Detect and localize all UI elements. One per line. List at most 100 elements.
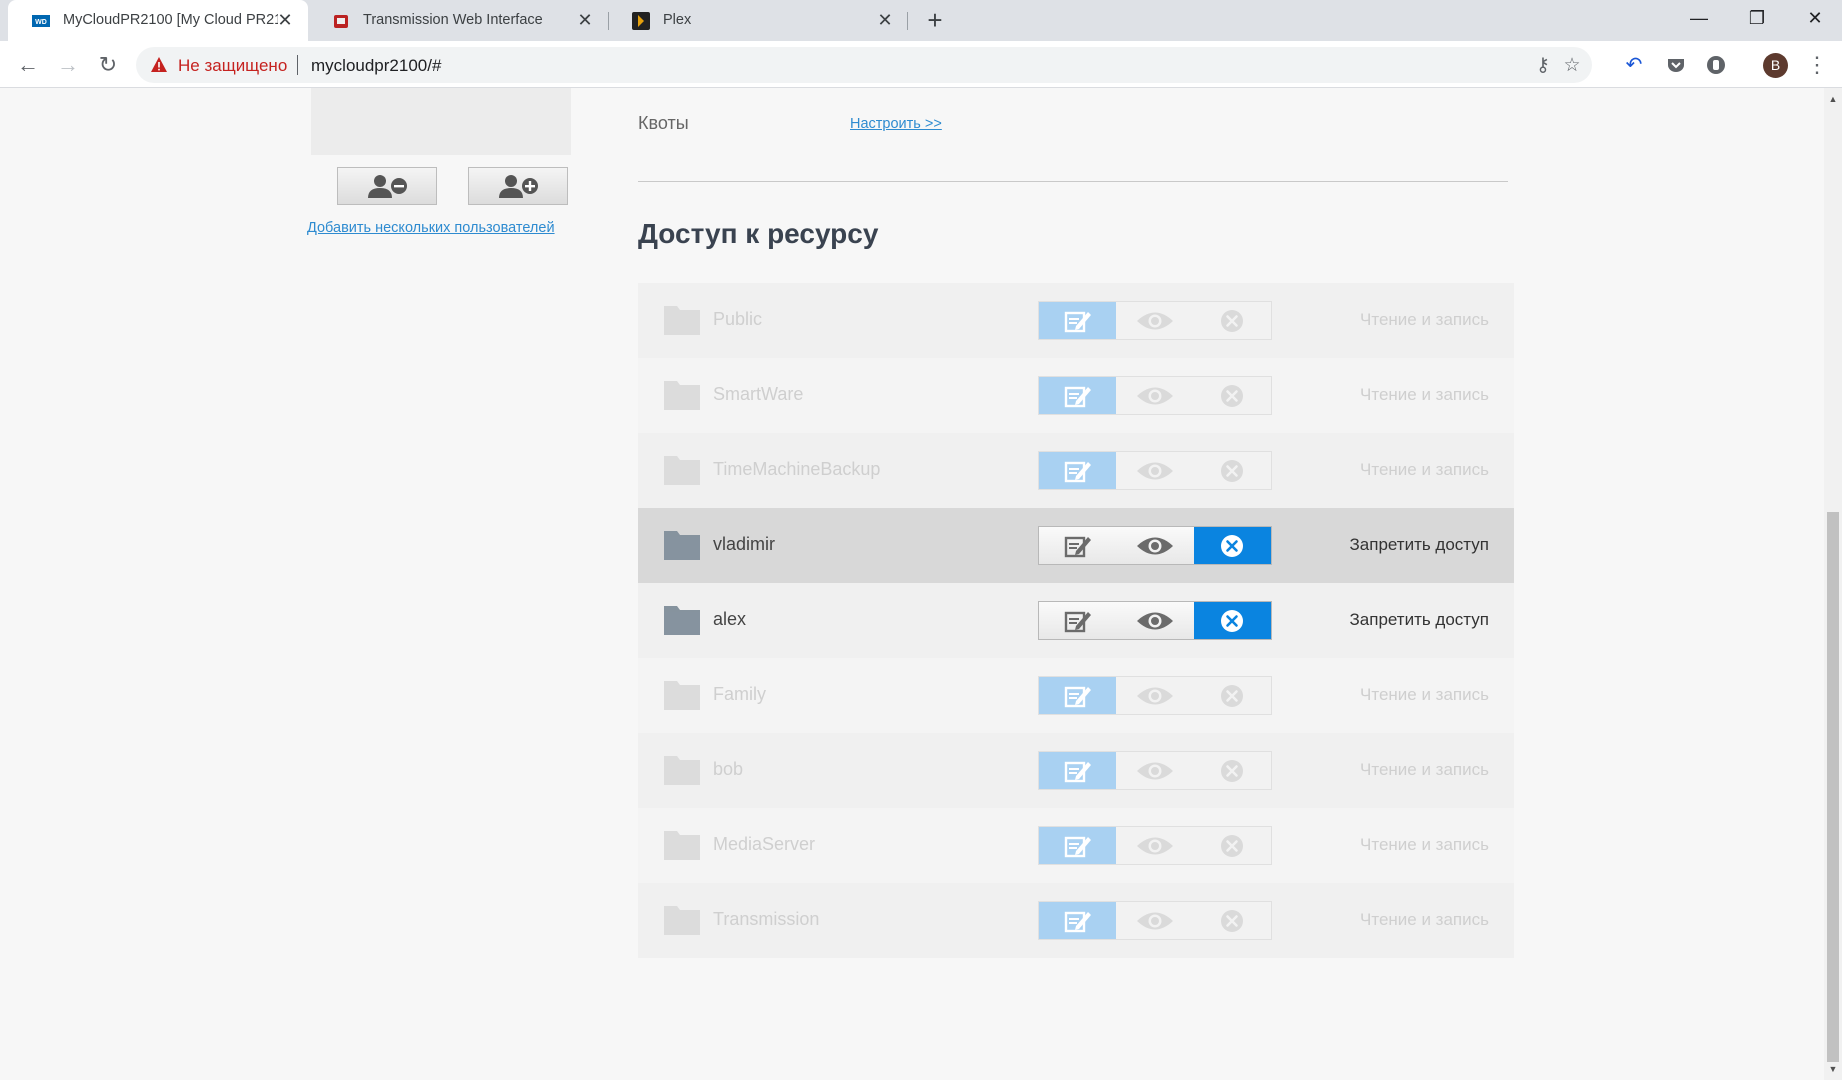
deny-access-button[interactable] <box>1193 602 1271 639</box>
pocket-icon[interactable] <box>1664 53 1688 77</box>
address-bar[interactable]: Не защищено mycloudpr2100/# ⚷ ☆ <box>136 47 1592 83</box>
read-write-button[interactable] <box>1039 902 1117 939</box>
eye-icon <box>1136 312 1173 329</box>
share-row[interactable]: MediaServer Чтение и запись <box>638 808 1514 883</box>
read-only-button[interactable] <box>1116 827 1193 864</box>
star-icon[interactable]: ☆ <box>1561 55 1583 77</box>
share-row[interactable]: alex Запретить доступ <box>638 583 1514 658</box>
deny-access-button[interactable] <box>1193 527 1271 564</box>
read-only-button[interactable] <box>1116 377 1193 414</box>
close-window-icon[interactable]: ✕ <box>1786 0 1842 36</box>
share-name: vladimir <box>713 534 776 554</box>
read-write-button[interactable] <box>1039 752 1117 789</box>
back-icon[interactable]: ← <box>12 49 44 81</box>
deny-x-icon <box>1221 384 1244 407</box>
svg-text:WD: WD <box>35 19 47 26</box>
read-only-button[interactable] <box>1116 602 1193 639</box>
add-user-button[interactable] <box>468 167 568 205</box>
read-write-button[interactable] <box>1039 452 1117 489</box>
tab-mycloud[interactable]: WD MyCloudPR2100 [My Cloud PR21 ✕ <box>8 0 308 41</box>
tab-transmission[interactable]: Transmission Web Interface ✕ <box>308 0 608 41</box>
folder-icon <box>664 606 700 635</box>
menu-icon[interactable]: ⋮ <box>1805 49 1829 81</box>
reload-icon[interactable]: ↻ <box>92 49 124 81</box>
permission-toggle-group <box>1038 826 1272 865</box>
edit-icon <box>1064 536 1091 557</box>
page-scrollbar[interactable]: ▲ ▼ <box>1824 88 1842 1080</box>
read-only-button[interactable] <box>1116 677 1193 714</box>
tab-close-icon[interactable]: ✕ <box>574 9 596 31</box>
remove-user-icon <box>368 175 407 198</box>
read-write-button[interactable] <box>1039 377 1117 414</box>
tab-close-icon[interactable]: ✕ <box>874 9 896 31</box>
share-row[interactable]: Transmission Чтение и запись <box>638 883 1514 958</box>
scroll-up-icon[interactable]: ▲ <box>1828 94 1838 104</box>
folder-icon <box>664 756 700 785</box>
folder-icon <box>664 306 700 335</box>
key-icon[interactable]: ⚷ <box>1532 55 1554 77</box>
url-text[interactable]: mycloudpr2100/# <box>311 56 441 76</box>
permission-status: Чтение и запись <box>1360 760 1489 779</box>
url-separator <box>297 55 298 75</box>
page-content: Добавить нескольких пользователей Квоты … <box>0 88 1824 1080</box>
tab-plex[interactable]: Plex ✕ <box>608 0 908 41</box>
not-secure-label[interactable]: Не защищено <box>178 56 287 76</box>
scroll-thumb[interactable] <box>1827 512 1839 1062</box>
quota-configure-link[interactable]: Настроить >> <box>850 116 942 132</box>
add-multiple-users-link[interactable]: Добавить нескольких пользователей <box>307 220 555 236</box>
read-only-button[interactable] <box>1116 302 1193 339</box>
forward-icon[interactable]: → <box>52 49 84 81</box>
read-write-button[interactable] <box>1039 527 1116 564</box>
read-write-button[interactable] <box>1039 302 1117 339</box>
share-row[interactable]: SmartWare Чтение и запись <box>638 358 1514 433</box>
transmission-favicon-icon <box>334 15 348 28</box>
edit-icon <box>1064 386 1091 407</box>
deny-access-button[interactable] <box>1194 752 1271 789</box>
folder-icon <box>664 906 700 935</box>
share-name: MediaServer <box>713 834 816 854</box>
share-row[interactable]: vladimir Запретить доступ <box>638 508 1514 583</box>
deny-access-button[interactable] <box>1194 902 1271 939</box>
tab-close-icon[interactable]: ✕ <box>274 9 296 31</box>
adblock-icon[interactable] <box>1704 53 1728 77</box>
share-row[interactable]: Family Чтение и запись <box>638 658 1514 733</box>
deny-access-button[interactable] <box>1194 377 1271 414</box>
edit-icon <box>1064 611 1091 632</box>
remove-user-button[interactable] <box>337 167 437 205</box>
deny-access-button[interactable] <box>1194 452 1271 489</box>
undo-extension-icon[interactable]: ↶ <box>1622 53 1646 77</box>
eye-icon <box>1136 462 1173 479</box>
deny-access-button[interactable] <box>1194 677 1271 714</box>
share-row[interactable]: Public Чтение и запись <box>638 283 1514 358</box>
read-write-button[interactable] <box>1039 602 1116 639</box>
read-only-button[interactable] <box>1116 902 1193 939</box>
folder-icon <box>664 381 700 410</box>
eye-icon <box>1136 537 1173 554</box>
folder-icon <box>664 456 700 485</box>
deny-x-icon <box>1221 609 1244 632</box>
minimize-icon[interactable]: — <box>1670 0 1728 36</box>
read-only-button[interactable] <box>1116 527 1193 564</box>
permission-status: Чтение и запись <box>1360 910 1489 929</box>
share-row[interactable]: TimeMachineBackup Чтение и запись <box>638 433 1514 508</box>
permission-toggle-group <box>1038 526 1272 565</box>
restore-icon[interactable]: ❐ <box>1728 0 1786 36</box>
read-only-button[interactable] <box>1116 752 1193 789</box>
read-only-button[interactable] <box>1116 452 1193 489</box>
user-list-box[interactable] <box>311 88 571 155</box>
profile-avatar[interactable]: B <box>1763 53 1788 78</box>
quota-label: Квоты <box>638 113 689 133</box>
share-row[interactable]: bob Чтение и запись <box>638 733 1514 808</box>
eye-icon <box>1136 912 1173 929</box>
new-tab-button[interactable]: + <box>919 6 951 36</box>
scroll-down-icon[interactable]: ▼ <box>1828 1064 1838 1074</box>
deny-access-button[interactable] <box>1194 827 1271 864</box>
deny-access-button[interactable] <box>1194 302 1271 339</box>
permission-toggle-group <box>1038 751 1272 790</box>
permission-toggle-group <box>1038 676 1272 715</box>
read-write-button[interactable] <box>1039 827 1117 864</box>
permission-status: Запретить доступ <box>1349 610 1489 629</box>
permission-status: Чтение и запись <box>1360 460 1489 479</box>
deny-x-icon <box>1221 834 1244 857</box>
read-write-button[interactable] <box>1039 677 1117 714</box>
